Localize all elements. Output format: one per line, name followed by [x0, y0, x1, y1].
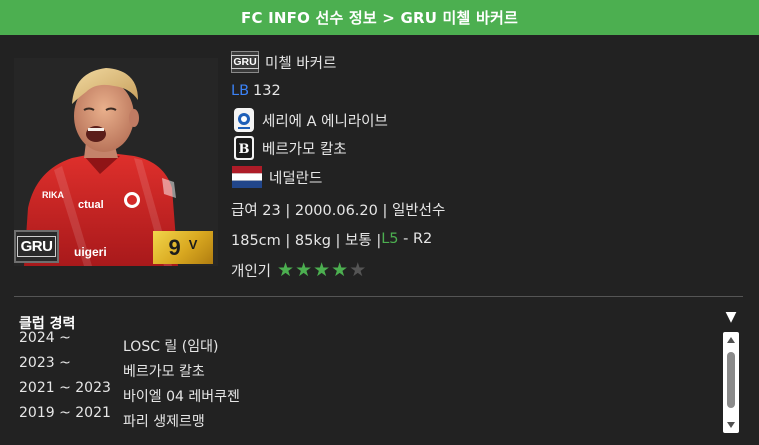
popularity-label: 개인기	[231, 263, 272, 280]
scrollbar-thumb[interactable]	[727, 352, 735, 408]
foot-separator: -	[398, 231, 413, 247]
season-badge-label: GRU	[16, 236, 57, 257]
flag-netherlands-icon	[231, 165, 263, 190]
star-icon: ★	[331, 258, 349, 281]
club-logo-icon: B	[231, 136, 256, 161]
skill-stars: ★ ★ ★ ★ ★	[277, 258, 367, 281]
club-period: 2023 ~	[19, 355, 71, 371]
svg-text:uigeri: uigeri	[74, 245, 107, 259]
player-card: ctual uigeri RIKA GRU 9 V	[14, 58, 218, 266]
body-text: 185cm | 85kg | 보통 |	[231, 232, 382, 249]
overall: 132	[253, 83, 281, 99]
enhancement-grade[interactable]: 9 V	[153, 231, 213, 264]
nation-row: 네덜란드	[231, 164, 322, 190]
section-divider	[14, 296, 743, 297]
star-icon: ★	[295, 258, 313, 281]
league-row: 세리에 A 에니라이브	[231, 107, 388, 133]
list-item: 2019 ~ 2021 파리 생제르맹	[19, 405, 719, 430]
star-icon: ★	[277, 258, 295, 281]
svg-text:B: B	[238, 142, 249, 157]
svg-text:RIKA: RIKA	[42, 190, 64, 200]
club-row: B 베르가모 칼초	[231, 135, 347, 161]
club-history-name: 바이엘 04 레버쿠젠	[123, 389, 240, 405]
scroll-down-arrow-icon[interactable]	[723, 418, 739, 432]
nation-name[interactable]: 네덜란드	[269, 167, 322, 188]
club-history-name: LOSC 릴 (임대)	[123, 339, 219, 355]
grade-number: 9	[168, 234, 181, 260]
list-item: 2021 ~ 2023 바이엘 04 레버쿠젠	[19, 380, 719, 405]
club-period: 2024 ~	[19, 330, 71, 346]
detail-row: 급여 23 | 2000.06.20 | 일반선수	[231, 196, 445, 222]
club-history-name: 파리 생제르맹	[123, 414, 205, 430]
player-name: 미첼 바커르	[265, 55, 337, 72]
star-icon: ★	[349, 258, 367, 281]
page-header: FC INFO 선수 정보 > GRU 미첼 바커르	[0, 0, 759, 35]
season-badge: GRU	[14, 230, 59, 263]
name-row: GRU 미첼 바커르	[231, 49, 336, 75]
club-list-scrollbar[interactable]	[723, 332, 739, 433]
grade-chevron-icon: V	[188, 237, 198, 252]
club-period: 2021 ~ 2023	[19, 380, 111, 396]
list-item: 2024 ~ LOSC 릴 (임대)	[19, 330, 719, 355]
star-icon: ★	[313, 258, 331, 281]
list-item: 2023 ~ 베르가모 칼초	[19, 355, 719, 380]
season-icon: GRU	[231, 51, 259, 73]
right-foot: R2	[412, 231, 433, 247]
scroll-up-arrow-icon[interactable]	[723, 333, 739, 347]
collapse-triangle-icon[interactable]: ▼	[722, 310, 740, 324]
popularity-row: 개인기 ★ ★ ★ ★ ★	[231, 257, 367, 283]
club-history-name: 베르가모 칼초	[123, 364, 205, 380]
league-logo-icon	[231, 108, 256, 133]
club-period: 2019 ~ 2021	[19, 405, 111, 421]
league-name[interactable]: 세리에 A 에니라이브	[262, 110, 388, 131]
svg-text:ctual: ctual	[78, 199, 104, 211]
body-row: 185cm | 85kg | 보통 | L5 - R2	[231, 226, 432, 252]
club-name[interactable]: 베르가모 칼초	[262, 138, 347, 159]
position: LB	[231, 83, 250, 99]
left-foot: L5	[381, 231, 399, 247]
page-title: FC INFO 선수 정보 > GRU 미첼 바커르	[241, 9, 518, 27]
position-row: LB 132	[231, 78, 281, 104]
detail-text: 급여 23 | 2000.06.20 | 일반선수	[231, 202, 446, 219]
club-history-list: 2024 ~ LOSC 릴 (임대) 2023 ~ 베르가모 칼초 2021 ~…	[19, 330, 719, 430]
